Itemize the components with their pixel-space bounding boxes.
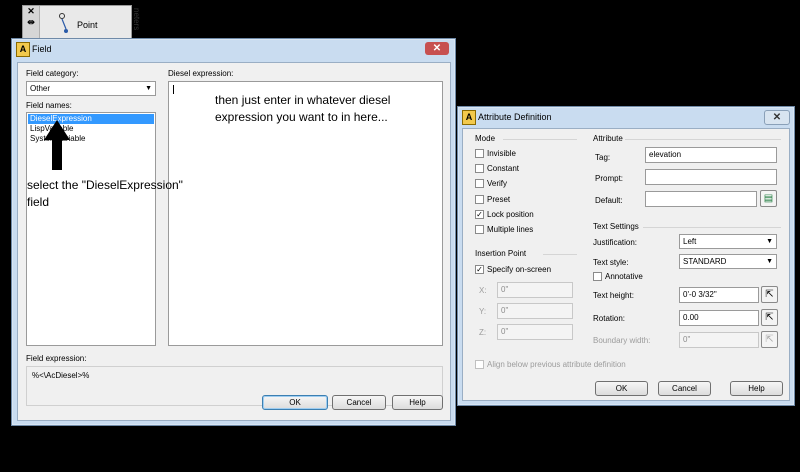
specify-onscreen-label: Specify on-screen bbox=[487, 265, 552, 274]
field-category-value: Other bbox=[30, 84, 51, 93]
text-height-label: Text height: bbox=[593, 291, 634, 300]
align-below-label: Align below previous attribute definitio… bbox=[487, 360, 626, 369]
chevron-down-icon: ▼ bbox=[766, 238, 773, 245]
palette-close-icon[interactable]: ✕ bbox=[23, 6, 39, 17]
x-field[interactable]: 0" bbox=[497, 282, 573, 298]
attr-dialog-client: Mode Invisible Constant Verify Preset ✓ Lock … bbox=[462, 128, 790, 401]
prompt-field[interactable] bbox=[645, 169, 777, 185]
x-label: X: bbox=[479, 286, 487, 295]
attr-dialog-titlebar: A Attribute Definition ✕ bbox=[458, 107, 794, 127]
mode-label: Invisible bbox=[487, 149, 516, 158]
chevron-down-icon: ▼ bbox=[145, 85, 152, 92]
text-height-field[interactable]: 0'-0 3/32" bbox=[679, 287, 759, 303]
field-category-label: Field category: bbox=[26, 69, 79, 78]
attribute-group-label: Attribute bbox=[593, 134, 623, 143]
y-label: Y: bbox=[479, 307, 487, 316]
field-dialog-close-button[interactable]: ✕ bbox=[425, 42, 449, 55]
annotative-checkbox[interactable] bbox=[593, 272, 602, 281]
point-tool-icon[interactable] bbox=[57, 12, 71, 36]
select-instruction-note: select the "DieselExpression" field bbox=[27, 178, 183, 209]
field-ok-button[interactable]: OK bbox=[262, 395, 328, 410]
palette-side-text: neters bbox=[132, 8, 141, 31]
justification-select[interactable]: Left ▼ bbox=[679, 234, 777, 249]
default-field[interactable] bbox=[645, 191, 757, 207]
text-style-select[interactable]: STANDARD ▼ bbox=[679, 254, 777, 269]
pick-boundary-icon[interactable]: ⇱ bbox=[761, 331, 778, 348]
attribute-group-line bbox=[625, 139, 781, 140]
rotation-field[interactable]: 0.00 bbox=[679, 310, 759, 326]
prompt-label: Prompt: bbox=[595, 174, 624, 183]
z-field[interactable]: 0" bbox=[497, 324, 573, 340]
mode-checkbox[interactable] bbox=[475, 194, 484, 204]
z-label: Z: bbox=[479, 328, 487, 337]
tag-field[interactable]: elevation bbox=[645, 147, 777, 163]
boundary-width-field[interactable]: 0" bbox=[679, 332, 759, 348]
field-cancel-button[interactable]: Cancel bbox=[332, 395, 386, 410]
mode-label: Constant bbox=[487, 164, 520, 174]
mode-group-label: Mode bbox=[475, 134, 496, 143]
rotation-label: Rotation: bbox=[593, 314, 626, 323]
pick-height-icon[interactable]: ⇱ bbox=[761, 286, 778, 303]
field-dialog-titlebar: A Field ✕ bbox=[12, 39, 455, 59]
palette-strip: ✕ ⇹ bbox=[23, 6, 40, 42]
attr-ok-button[interactable]: OK bbox=[595, 381, 648, 396]
field-expression-label: Field expression: bbox=[26, 354, 87, 363]
field-dialog-title: Field bbox=[32, 44, 52, 54]
mode-checkbox[interactable] bbox=[475, 225, 484, 234]
justification-value: Left bbox=[683, 237, 697, 246]
attr-help-button[interactable]: Help bbox=[730, 381, 783, 396]
align-below-checkbox[interactable] bbox=[475, 360, 484, 369]
mode-label: Verify bbox=[487, 179, 508, 189]
boundary-width-label: Boundary width: bbox=[593, 336, 651, 345]
justification-label: Justification: bbox=[593, 238, 638, 247]
point-tool-label[interactable]: Point bbox=[77, 20, 98, 30]
autocad-app-icon: A bbox=[16, 42, 30, 57]
tag-label: Tag: bbox=[595, 153, 611, 162]
insert-field-icon[interactable]: ▤ bbox=[760, 190, 777, 207]
mode-checkbox[interactable] bbox=[475, 179, 484, 189]
text-settings-line bbox=[643, 227, 781, 228]
attribute-definition-dialog: A Attribute Definition ✕ Mode Invisible C… bbox=[457, 106, 795, 406]
mode-checkbox[interactable] bbox=[475, 164, 484, 174]
up-arrow-icon bbox=[44, 120, 70, 170]
annotative-label: Annotative bbox=[605, 272, 643, 281]
autocad-app-icon: A bbox=[462, 110, 476, 125]
pick-rotation-icon[interactable]: ⇱ bbox=[761, 309, 778, 326]
field-category-select[interactable]: Other ▼ bbox=[26, 81, 156, 96]
mode-group-line bbox=[503, 139, 577, 140]
mode-label: Multiple lines bbox=[487, 225, 534, 234]
diesel-expression-label: Diesel expression: bbox=[168, 69, 234, 78]
field-names-label: Field names: bbox=[26, 101, 72, 110]
text-style-value: STANDARD bbox=[683, 257, 727, 266]
specify-onscreen-checkbox[interactable]: ✓ bbox=[475, 265, 484, 274]
text-caret bbox=[173, 85, 174, 94]
attr-dialog-close-button[interactable]: ✕ bbox=[764, 110, 790, 125]
y-field[interactable]: 0" bbox=[497, 303, 573, 319]
field-help-button[interactable]: Help bbox=[392, 395, 443, 410]
insertion-point-label: Insertion Point bbox=[475, 249, 527, 258]
text-style-label: Text style: bbox=[593, 258, 629, 267]
chevron-down-icon: ▼ bbox=[766, 258, 773, 265]
field-expression-value: %<\AcDiesel>% bbox=[32, 371, 90, 380]
mode-checkbox[interactable] bbox=[475, 149, 484, 158]
attr-dialog-title: Attribute Definition bbox=[478, 112, 552, 122]
mode-checkbox[interactable]: ✓ bbox=[475, 209, 484, 219]
palette-pin-icon[interactable]: ⇹ bbox=[23, 17, 39, 28]
default-label: Default: bbox=[595, 196, 623, 205]
text-settings-label: Text Settings bbox=[593, 222, 639, 231]
mode-label: Preset bbox=[487, 194, 511, 204]
mode-label: Lock position bbox=[487, 209, 534, 219]
insertion-group-line bbox=[543, 254, 577, 255]
diesel-instruction-note: then just enter in whatever diesel expre… bbox=[215, 93, 391, 124]
attr-cancel-button[interactable]: Cancel bbox=[658, 381, 711, 396]
